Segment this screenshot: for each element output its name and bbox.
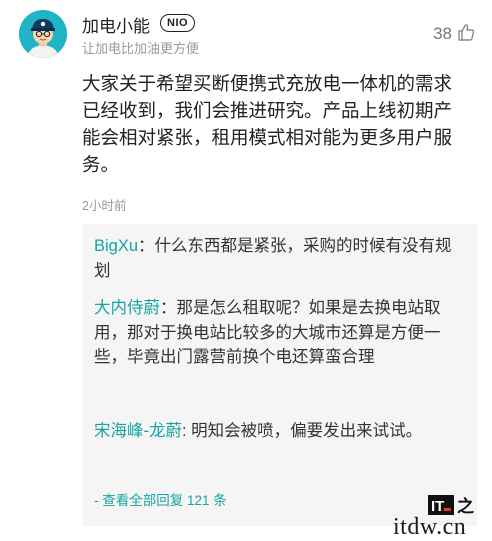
user-subtitle: 让加电比加油更方便 bbox=[82, 41, 200, 56]
thumbs-up-icon[interactable] bbox=[456, 22, 476, 42]
avatar[interactable] bbox=[19, 10, 67, 58]
reply-separator: ： bbox=[160, 299, 177, 317]
comment-content: 大家关于希望买断便携式充放电一体机的需求已经收到，我们会推进研究。产品上线初期产… bbox=[82, 73, 453, 175]
view-all-replies-link[interactable]: - 查看全部回复 121 条 bbox=[94, 489, 227, 509]
watermark-text: itdw.cn bbox=[393, 514, 467, 540]
reply-author[interactable]: 大内侍蔚 bbox=[94, 299, 160, 317]
reply-item[interactable]: 大内侍蔚：那是怎么租取呢？如果是去换电站取用，那对于换电站比较多的大城市还算是方… bbox=[94, 296, 468, 370]
svg-text:IT: IT bbox=[431, 498, 444, 515]
replies-panel: BigXu：什么东西都是紧张，采购的时候有没有规划 大内侍蔚：那是怎么租取呢？如… bbox=[82, 224, 477, 526]
username[interactable]: 加电小能 bbox=[82, 12, 150, 37]
comment-time: 2小时前 bbox=[82, 199, 127, 213]
reply-separator: : bbox=[182, 422, 192, 440]
reply-author[interactable]: BigXu bbox=[94, 237, 138, 255]
reply-item[interactable]: BigXu：什么东西都是紧张，采购的时候有没有规划 bbox=[94, 234, 468, 283]
reply-separator: ： bbox=[138, 237, 155, 255]
reply-text: 明知会被喷，偏要发出来试试。 bbox=[191, 422, 423, 440]
nio-badge: NIO bbox=[160, 14, 196, 32]
reply-item[interactable]: 宋海峰-龙蔚: 明知会被喷，偏要发出来试试。 bbox=[94, 419, 468, 444]
like-count: 38 bbox=[433, 24, 452, 43]
avatar-character-icon bbox=[19, 10, 67, 58]
reply-author[interactable]: 宋海峰-龙蔚 bbox=[94, 422, 182, 440]
